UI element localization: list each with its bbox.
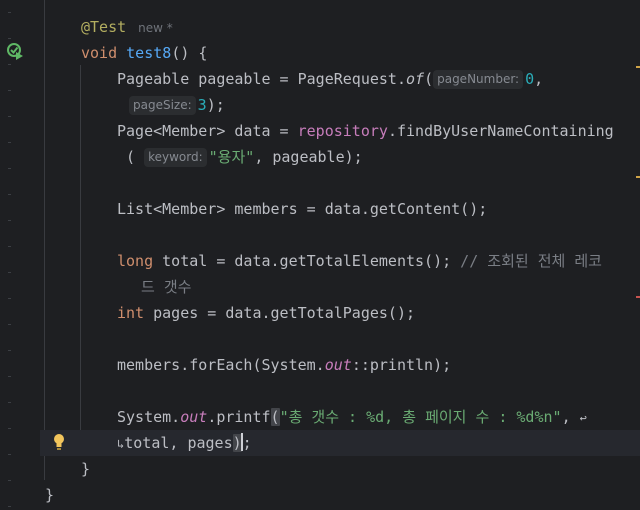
editor-gutter xyxy=(0,0,40,510)
code-text: ::println); xyxy=(351,356,452,374)
field-reference: repository xyxy=(297,122,388,140)
keyword-void: void xyxy=(81,44,118,62)
static-field: out xyxy=(324,356,352,374)
new-tag[interactable]: new * xyxy=(138,21,173,35)
string-literal: "용자" xyxy=(208,148,255,166)
code-line: int pages = data.getTotalPages(); xyxy=(117,300,640,326)
code-text: () { xyxy=(171,44,208,62)
code-text: ( xyxy=(117,148,136,166)
code-editor[interactable]: @Test new * void test8() { Pageable pagea… xyxy=(40,0,640,510)
number-literal: 3 xyxy=(197,96,207,114)
comment: 드 갯수 xyxy=(141,278,192,296)
code-line: long total = data.getTotalElements(); //… xyxy=(117,248,640,274)
method-call: of xyxy=(406,70,425,88)
code-text: , xyxy=(534,70,544,88)
keyword-long: long xyxy=(117,252,154,270)
code-line: } xyxy=(81,456,640,482)
code-text: ( xyxy=(424,70,434,88)
code-line: Pageable pageable = PageRequest.of(pageN… xyxy=(117,66,640,92)
indent-guide xyxy=(44,0,45,480)
code-text: , pageable); xyxy=(254,148,363,166)
code-text: } xyxy=(45,486,55,504)
code-text: System. xyxy=(117,408,181,426)
code-line: System.out.printf("총 갯수 : %d, 총 페이지 수 : … xyxy=(117,404,640,430)
number-literal: 0 xyxy=(525,70,535,88)
param-hint: pageNumber: xyxy=(433,70,524,89)
code-text: ; xyxy=(242,434,252,452)
code-text: ); xyxy=(206,96,225,114)
code-text: pages = data.getTotalPages(); xyxy=(144,304,416,322)
code-text: Pageable xyxy=(117,70,190,88)
current-line: ↳total, pages); xyxy=(40,430,640,456)
annotation-test: @Test xyxy=(81,18,127,36)
code-line: void test8() { xyxy=(81,40,640,66)
code-text: } xyxy=(81,460,91,478)
code-line: members.forEach(System.out::println); xyxy=(117,352,640,378)
code-line: 드 갯수 xyxy=(141,274,640,300)
code-text: members.forEach(System. xyxy=(117,356,325,374)
code-line: ( keyword: "용자", pageable); xyxy=(117,144,640,170)
indent-guide xyxy=(80,65,81,455)
code-text: total = data.getTotalElements(); xyxy=(153,252,461,270)
code-text: .findByUserNameContaining xyxy=(387,122,614,140)
comment: // 조회된 전체 레코 xyxy=(460,252,602,270)
keyword-int: int xyxy=(117,304,145,322)
soft-wrap-icon: ↩ xyxy=(579,411,587,425)
static-field: out xyxy=(180,408,208,426)
code-text: .printf xyxy=(207,408,271,426)
code-text: , xyxy=(561,408,580,426)
warning-marker[interactable] xyxy=(636,66,640,68)
fold-markers xyxy=(8,0,12,510)
code-line: Page<Member> data = repository.findByUse… xyxy=(117,118,640,144)
code-line: @Test new * xyxy=(81,14,640,40)
param-hint: keyword: xyxy=(144,148,207,167)
method-name: test8 xyxy=(126,44,172,62)
string-literal: "총 갯수 : %d, 총 페이지 수 : %d%n" xyxy=(279,408,562,426)
lightbulb-icon[interactable] xyxy=(52,433,66,451)
matched-bracket: ( xyxy=(270,408,280,426)
code-text: Page<Member> data = xyxy=(117,122,298,140)
warning-marker[interactable] xyxy=(636,176,640,178)
code-text: List<Member> members = data.getContent()… xyxy=(117,200,488,218)
run-test-passed-icon[interactable] xyxy=(6,42,24,60)
code-line: } xyxy=(45,482,640,508)
code-line: List<Member> members = data.getContent()… xyxy=(117,196,640,222)
param-hint: pageSize: xyxy=(129,96,196,115)
error-marker[interactable] xyxy=(636,296,640,298)
code-text: total, pages xyxy=(124,434,233,452)
code-text: pageable = PageRequest. xyxy=(189,70,406,88)
code-line: pageSize: 3); xyxy=(129,92,640,118)
